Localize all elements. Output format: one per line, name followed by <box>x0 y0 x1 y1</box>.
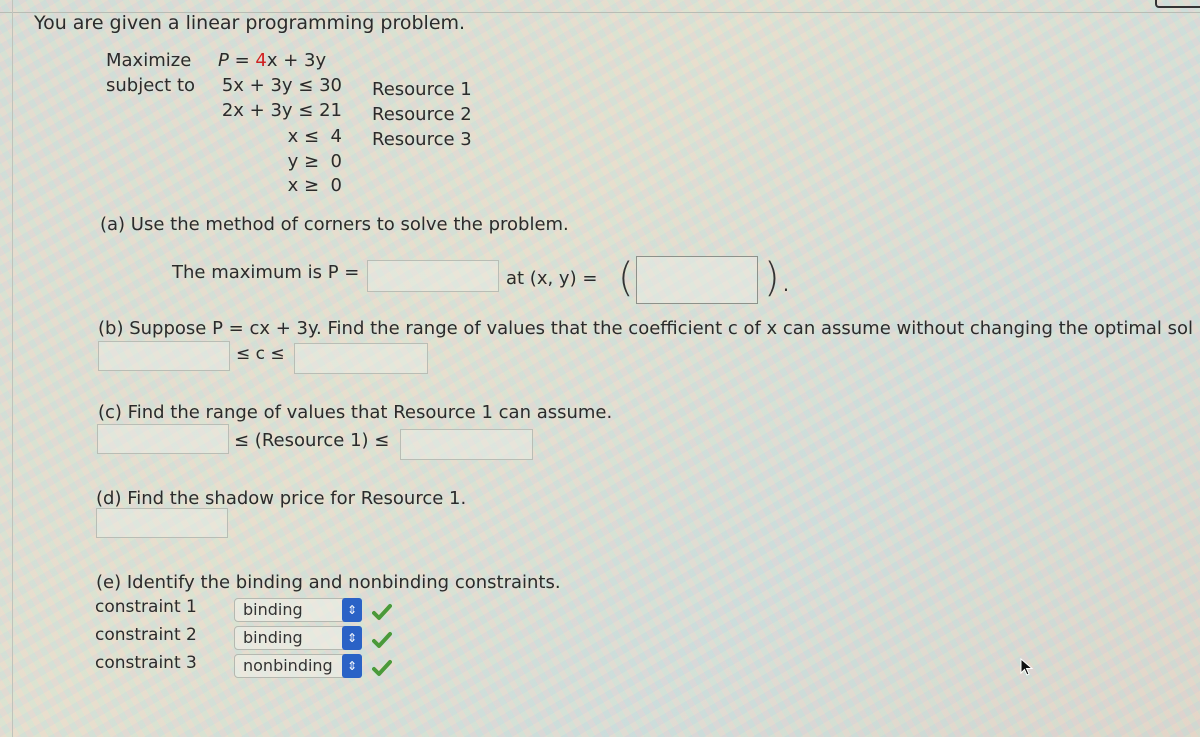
correct-check-icon <box>372 660 392 676</box>
objective-rest: x + 3y <box>266 50 327 71</box>
point-input[interactable] <box>636 256 758 304</box>
frame-border-left <box>12 0 13 737</box>
objective-prefix: P = <box>218 50 256 71</box>
resource1-range-label: ≤ (Resource 1) ≤ <box>234 430 390 451</box>
objective-function: P = 4x + 3y <box>218 50 326 71</box>
shadow-price-input[interactable] <box>96 508 228 538</box>
at-xy-label: at (x, y) = <box>506 268 598 289</box>
constraint-3-selected: nonbinding <box>243 656 333 675</box>
c-range-label: ≤ c ≤ <box>236 344 285 364</box>
objective-coef: 4 <box>255 50 267 71</box>
constraint-1-selected: binding <box>243 600 303 619</box>
c-lower-input[interactable] <box>98 341 230 371</box>
constraint-expr-4: y ≥ 0 <box>287 151 342 172</box>
part-b-prompt: (b) Suppose P = cx + 3y. Find the range … <box>98 318 1194 339</box>
mouse-cursor-icon <box>1020 658 1034 676</box>
subject-to-label: subject to <box>106 75 196 96</box>
constraint-label-2: Resource 2 <box>372 104 472 125</box>
constraint-label-3: Resource 3 <box>372 129 472 150</box>
close-paren: ). <box>764 255 793 301</box>
constraint-expr-5: x ≥ 0 <box>287 175 342 196</box>
max-label: The maximum is P = <box>172 262 360 283</box>
part-a-prompt: (a) Use the method of corners to solve t… <box>100 214 569 235</box>
constraint-2-select[interactable]: binding ⇕ <box>234 626 362 650</box>
intro-text: You are given a linear programming probl… <box>34 12 466 34</box>
constraint-expr-1: 5x + 3y ≤ 30 <box>221 75 342 96</box>
select-arrows-icon[interactable]: ⇕ <box>342 654 362 678</box>
resource1-lower-input[interactable] <box>97 424 229 454</box>
correct-check-icon <box>372 632 392 648</box>
constraint-expr-3: x ≤ 4 <box>287 126 342 147</box>
constraint-3-label: constraint 3 <box>95 653 197 673</box>
maximize-label: Maximize <box>106 50 192 71</box>
select-arrows-icon[interactable]: ⇕ <box>342 598 362 622</box>
resource1-upper-input[interactable] <box>400 429 533 460</box>
constraint-2-selected: binding <box>243 628 303 647</box>
constraint-1-select[interactable]: binding ⇕ <box>234 598 362 622</box>
top-corner-button[interactable] <box>1155 0 1200 8</box>
part-c-prompt: (c) Find the range of values that Resour… <box>98 402 613 423</box>
constraint-expr-2: 2x + 3y ≤ 21 <box>221 100 342 121</box>
part-d-prompt: (d) Find the shadow price for Resource 1… <box>96 488 467 509</box>
select-arrows-icon[interactable]: ⇕ <box>342 626 362 650</box>
c-upper-input[interactable] <box>294 343 428 374</box>
constraint-1-label: constraint 1 <box>95 597 197 617</box>
max-value-input[interactable] <box>367 260 499 292</box>
constraint-2-label: constraint 2 <box>95 625 197 645</box>
constraint-label-1: Resource 1 <box>372 79 472 100</box>
constraint-3-select[interactable]: nonbinding ⇕ <box>234 654 362 678</box>
part-e-prompt: (e) Identify the binding and nonbinding … <box>96 572 561 593</box>
correct-check-icon <box>372 604 392 620</box>
open-paren: ( <box>618 255 634 301</box>
